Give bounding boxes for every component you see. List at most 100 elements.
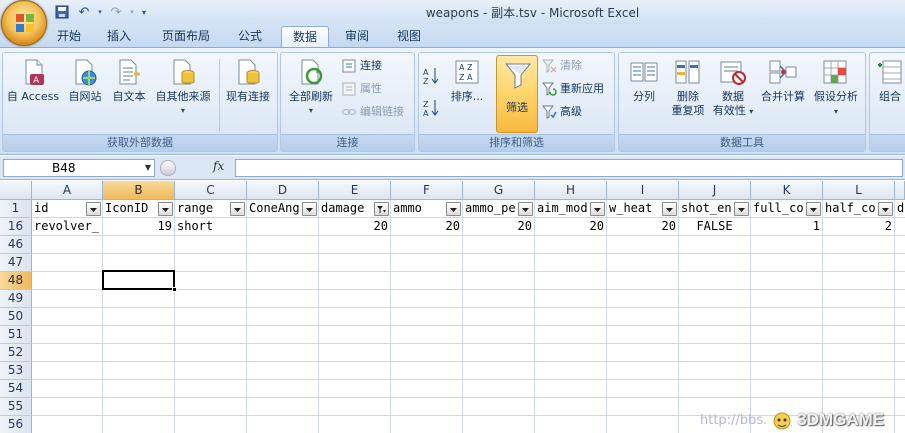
- properties-button[interactable]: 属性: [341, 80, 382, 98]
- row-header-54[interactable]: 54: [0, 380, 32, 398]
- insert-function-button[interactable]: fx: [213, 159, 224, 173]
- filter-dropdown[interactable]: [518, 202, 533, 216]
- edit-links-button[interactable]: 编辑链接: [341, 103, 404, 121]
- data-cell[interactable]: 20: [319, 218, 390, 236]
- group-button[interactable]: 组合: [873, 57, 905, 104]
- filter-dropdown[interactable]: [662, 202, 677, 216]
- row-header-56[interactable]: 56: [0, 416, 32, 433]
- row-header-1[interactable]: 1: [0, 200, 32, 218]
- data-cell[interactable]: [247, 218, 318, 236]
- tab-page-layout[interactable]: 页面布局: [153, 26, 219, 48]
- row-header-16[interactable]: 16: [0, 218, 32, 236]
- fill-handle[interactable]: [172, 287, 177, 292]
- data-cell[interactable]: 20: [535, 218, 606, 236]
- row-header-50[interactable]: 50: [0, 308, 32, 326]
- column-header-g[interactable]: G: [463, 181, 535, 200]
- tab-home[interactable]: 开始: [50, 26, 88, 48]
- tab-data[interactable]: 数据: [281, 26, 329, 48]
- formula-bar-toggle-icon[interactable]: [160, 160, 176, 176]
- filter-dropdown[interactable]: [878, 202, 893, 216]
- from-text-button[interactable]: 自文本: [107, 57, 151, 104]
- column-header-k[interactable]: K: [751, 181, 823, 200]
- column-header-i[interactable]: I: [607, 181, 679, 200]
- text-to-columns-button[interactable]: 分列: [622, 57, 666, 104]
- data-cell[interactable]: short: [175, 218, 246, 236]
- filter-dropdown[interactable]: [86, 202, 101, 216]
- column-header-f[interactable]: F: [391, 181, 463, 200]
- reapply-button[interactable]: 重新应用: [541, 80, 604, 98]
- existing-connections-button[interactable]: 现有连接: [221, 57, 275, 104]
- tab-view[interactable]: 视图: [390, 26, 428, 48]
- data-cell[interactable]: revolver_: [32, 218, 102, 236]
- data-cell[interactable]: 19: [103, 218, 174, 236]
- filter-dropdown-active[interactable]: [374, 202, 389, 216]
- header-cell[interactable]: ammo: [391, 200, 446, 218]
- filter-dropdown[interactable]: [158, 202, 173, 216]
- tab-review[interactable]: 审阅: [338, 26, 376, 48]
- header-cell[interactable]: id: [32, 200, 86, 218]
- remove-duplicates-button[interactable]: 删除 重复项: [666, 57, 710, 118]
- from-access-button[interactable]: A 自 Access: [6, 57, 60, 104]
- active-cell-b48[interactable]: [102, 270, 175, 290]
- row-header-52[interactable]: 52: [0, 344, 32, 362]
- column-header-a[interactable]: A: [32, 181, 103, 200]
- row-header-51[interactable]: 51: [0, 326, 32, 344]
- from-web-button[interactable]: 自网站: [63, 57, 107, 104]
- header-cell[interactable]: shot_en: [679, 200, 734, 218]
- data-cell[interactable]: 20: [607, 218, 678, 236]
- column-header-c[interactable]: C: [175, 181, 247, 200]
- header-cell[interactable]: d: [895, 200, 905, 218]
- tab-insert[interactable]: 插入: [100, 26, 138, 48]
- filter-dropdown[interactable]: [302, 202, 317, 216]
- consolidate-button[interactable]: 合并计算: [757, 57, 809, 104]
- header-cell[interactable]: ammo_pe: [463, 200, 518, 218]
- column-header-d[interactable]: D: [247, 181, 319, 200]
- header-cell[interactable]: w_heat: [607, 200, 662, 218]
- column-header-e[interactable]: E: [319, 181, 391, 200]
- data-cell[interactable]: 20: [391, 218, 462, 236]
- row-header-47[interactable]: 47: [0, 254, 32, 272]
- filter-dropdown[interactable]: [590, 202, 605, 216]
- row-header-49[interactable]: 49: [0, 290, 32, 308]
- header-cell[interactable]: half_co: [823, 200, 878, 218]
- filter-dropdown[interactable]: [734, 202, 749, 216]
- column-header-m[interactable]: [895, 181, 905, 200]
- clear-filter-button[interactable]: 清除: [541, 57, 582, 75]
- filter-dropdown[interactable]: [446, 202, 461, 216]
- data-cell[interactable]: 1: [751, 218, 822, 236]
- data-cell[interactable]: 20: [463, 218, 534, 236]
- sort-descending-button[interactable]: ZA: [423, 99, 441, 118]
- column-header-l[interactable]: L: [823, 181, 895, 200]
- column-header-j[interactable]: J: [679, 181, 751, 200]
- formula-input[interactable]: [235, 159, 903, 177]
- data-validation-button[interactable]: 数据 有效性 ▾: [709, 57, 757, 119]
- from-other-sources-button[interactable]: 自其他来源 ▾: [150, 57, 216, 118]
- filter-button[interactable]: 筛选: [496, 55, 538, 133]
- tab-formulas[interactable]: 公式: [231, 26, 269, 48]
- chevron-down-icon[interactable]: ▼: [145, 160, 151, 176]
- advanced-filter-button[interactable]: 高级: [541, 103, 582, 121]
- data-cell[interactable]: FALSE: [679, 218, 750, 236]
- header-cell[interactable]: IconID: [103, 200, 158, 218]
- row-header-46[interactable]: 46: [0, 236, 32, 254]
- name-box[interactable]: B48 ▼: [3, 159, 155, 177]
- select-all-corner[interactable]: [0, 181, 32, 200]
- data-cell[interactable]: 2: [823, 218, 894, 236]
- row-header-53[interactable]: 53: [0, 362, 32, 380]
- connections-button[interactable]: 连接: [341, 57, 382, 75]
- filter-dropdown[interactable]: [230, 202, 245, 216]
- worksheet-grid[interactable]: A B C D E F G H I J K L 1 16 46 47 48 49…: [0, 181, 905, 433]
- filter-dropdown[interactable]: [806, 202, 821, 216]
- refresh-all-button[interactable]: 全部刷新 ▾: [284, 57, 338, 118]
- sort-dialog-button[interactable]: A ZZ A 排序...: [445, 57, 489, 104]
- header-cell[interactable]: damage: [319, 200, 374, 218]
- column-header-b[interactable]: B: [103, 181, 175, 200]
- row-header-55[interactable]: 55: [0, 398, 32, 416]
- office-button[interactable]: [1, 0, 47, 46]
- header-cell[interactable]: range: [175, 200, 230, 218]
- header-cell[interactable]: full_co: [751, 200, 806, 218]
- header-cell[interactable]: ConeAng: [247, 200, 302, 218]
- column-header-h[interactable]: H: [535, 181, 607, 200]
- sort-ascending-button[interactable]: AZ: [423, 67, 441, 86]
- what-if-analysis-button[interactable]: 假设分析 ▾: [809, 57, 863, 119]
